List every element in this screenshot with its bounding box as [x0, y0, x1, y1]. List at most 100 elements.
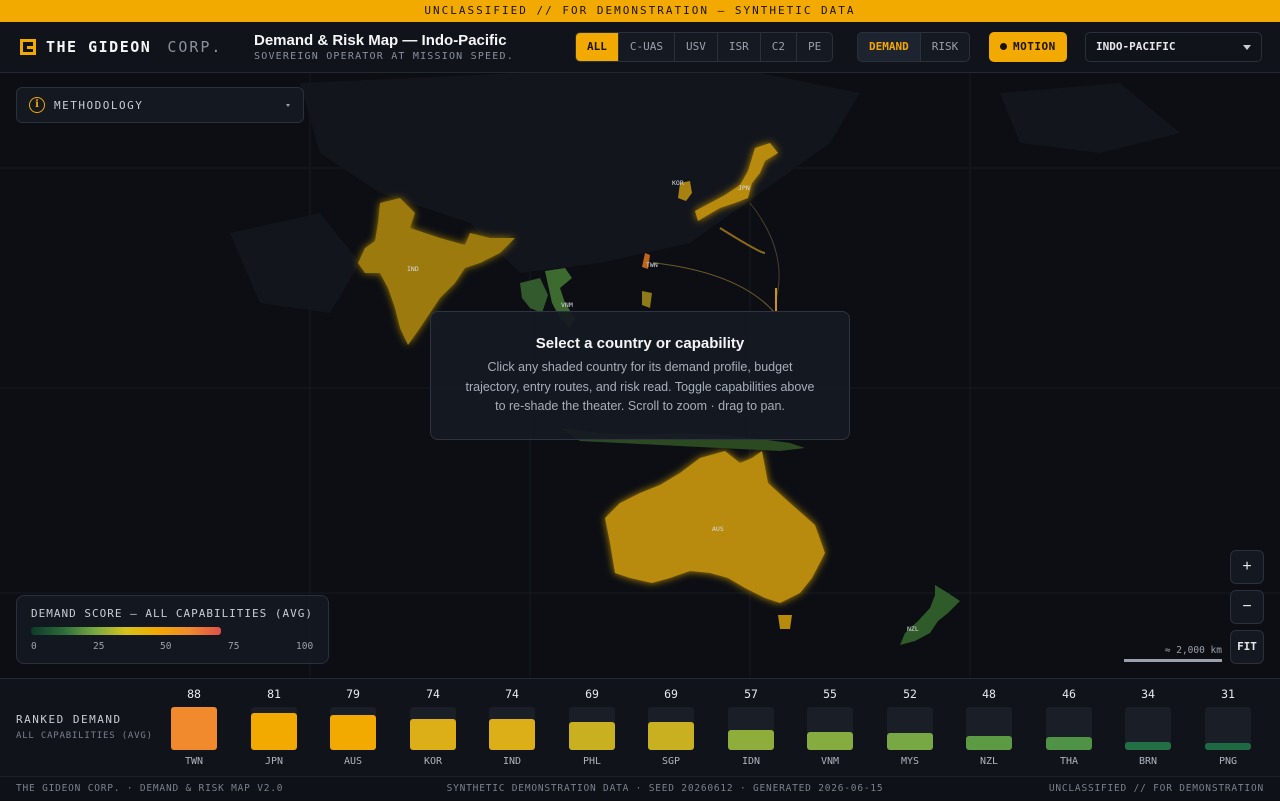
ranked-bar-track [489, 707, 535, 750]
chevron-down-icon [1243, 45, 1251, 50]
ranked-bar [171, 707, 217, 750]
capability-option-all[interactable]: ALL [576, 33, 619, 61]
map-canvas[interactable]: IND KOR JPN TWN VNM AUS NZL i METHODOLOG… [0, 73, 1280, 678]
ranked-country-code: VNM [820, 756, 840, 767]
legend-title: DEMAND SCORE — ALL CAPABILITIES (AVG) [31, 607, 314, 620]
ranked-bar [966, 736, 1012, 750]
map-label-ind: IND [407, 265, 419, 273]
ranked-bar-track [648, 707, 694, 750]
ranked-value: 88 [187, 687, 201, 701]
scale-label: ≈ 2,000 km [1164, 645, 1222, 656]
fit-view-button[interactable]: FIT [1230, 630, 1264, 664]
capability-option-pe[interactable]: PE [797, 33, 832, 61]
ranked-value: 48 [982, 687, 996, 701]
ranked-bar-track [410, 707, 456, 750]
ranked-value: 34 [1141, 687, 1155, 701]
methodology-toggle[interactable]: i METHODOLOGY [16, 87, 304, 123]
ranked-bar [569, 722, 615, 750]
ranked-bar [887, 733, 933, 750]
ranked-bar-track [1205, 707, 1251, 750]
map-label-nzl: NZL [907, 625, 919, 633]
ranked-item[interactable]: 48 NZL [965, 687, 1013, 767]
ranked-item[interactable]: 52 MYS [886, 687, 934, 767]
ranked-country-code: JPN [264, 756, 284, 767]
demand-legend: DEMAND SCORE — ALL CAPABILITIES (AVG) 0 … [16, 595, 329, 664]
ranked-bar [1125, 742, 1171, 750]
brand-logo[interactable]: THE GIDEON CORP. [20, 38, 222, 56]
ranked-item[interactable]: 79 AUS [329, 687, 377, 767]
info-icon: i [29, 97, 45, 113]
ranked-bar [410, 719, 456, 750]
capability-filter: ALL C-UAS USV ISR C2 PE [575, 32, 834, 62]
mode-option-risk[interactable]: RISK [921, 33, 969, 61]
country-nzl[interactable] [900, 585, 960, 645]
gideon-logo-icon [20, 39, 36, 55]
legend-ticks: 0 25 50 75 100 [31, 641, 314, 653]
ranked-value: 81 [267, 687, 281, 701]
map-label-twn: TWN [646, 261, 658, 269]
capability-option-c-uas[interactable]: C-UAS [619, 33, 675, 61]
ranked-country-code: IND [502, 756, 522, 767]
country-aus-tas[interactable] [778, 615, 792, 629]
ranked-value: 74 [426, 687, 440, 701]
scale-line [1124, 659, 1222, 662]
country-phl[interactable] [642, 291, 652, 308]
ranked-country-code: PHL [582, 756, 602, 767]
legend-tick: 50 [160, 641, 172, 652]
theater-select-value: INDO-PACIFIC [1096, 40, 1176, 53]
motion-label: MOTION [1013, 40, 1056, 53]
caret-down-icon [286, 104, 290, 107]
footer: THE GIDEON CORP. · DEMAND & RISK MAP V2.… [0, 776, 1280, 800]
country-tha[interactable] [520, 278, 548, 313]
title-block: Demand & Risk Map — Indo-Pacific SOVEREI… [254, 32, 514, 62]
ranked-item[interactable]: 57 IDN [727, 687, 775, 767]
ranked-bar-track [887, 707, 933, 750]
ranked-value: 31 [1221, 687, 1235, 701]
map-label-jpn: JPN [738, 184, 750, 192]
zoom-out-button[interactable]: − [1230, 590, 1264, 624]
ranked-item[interactable]: 31 PNG [1204, 687, 1252, 767]
ranked-country-code: IDN [741, 756, 761, 767]
prompt-title: Select a country or capability [535, 335, 745, 352]
methodology-label: METHODOLOGY [54, 98, 144, 112]
capability-option-usv[interactable]: USV [675, 33, 718, 61]
unshaded-land [230, 73, 1180, 313]
selection-prompt: Select a country or capability Click any… [430, 311, 850, 440]
ranked-subtitle: ALL CAPABILITIES (AVG) [16, 731, 153, 741]
map-label-vnm: VNM [561, 301, 573, 309]
prompt-body: Click any shaded country for its demand … [465, 360, 815, 413]
ranked-bar [330, 715, 376, 750]
page-subtitle: SOVEREIGN OPERATOR AT MISSION SPEED. [254, 51, 514, 62]
zoom-in-button[interactable]: + [1230, 550, 1264, 584]
ranked-bar [728, 730, 774, 750]
ranked-bar-track [807, 707, 853, 750]
legend-tick: 75 [228, 641, 240, 652]
ranked-bar [251, 713, 297, 750]
ranked-item[interactable]: 69 PHL [568, 687, 616, 767]
ranked-bar-track [1125, 707, 1171, 750]
brand-name: THE GIDEON [46, 38, 152, 56]
ranked-country-code: SGP [661, 756, 681, 767]
ranked-item[interactable]: 34 BRN [1124, 687, 1172, 767]
ranked-header: RANKED DEMAND ALL CAPABILITIES (AVG) [16, 713, 153, 741]
ranked-item[interactable]: 74 IND [488, 687, 536, 767]
ranked-item[interactable]: 81 JPN [250, 687, 298, 767]
theater-select[interactable]: INDO-PACIFIC [1085, 32, 1262, 62]
ranked-item[interactable]: 69 SGP [647, 687, 695, 767]
mode-option-demand[interactable]: DEMAND [858, 33, 921, 61]
capability-option-c2[interactable]: C2 [761, 33, 797, 61]
ranked-item[interactable]: 55 VNM [806, 687, 854, 767]
ranked-item[interactable]: 46 THA [1045, 687, 1093, 767]
page-title: Demand & Risk Map — Indo-Pacific [254, 32, 507, 49]
legend-color-ramp [31, 627, 221, 635]
scale-bar: ≈ 2,000 km [1124, 645, 1222, 662]
ranked-value: 79 [346, 687, 360, 701]
ranked-item[interactable]: 88 TWN [170, 687, 218, 767]
ranked-title: RANKED DEMAND [16, 713, 122, 726]
capability-option-isr[interactable]: ISR [718, 33, 761, 61]
motion-toggle-button[interactable]: MOTION [989, 32, 1067, 62]
ranked-value: 69 [664, 687, 678, 701]
ranked-bar-track [1046, 707, 1092, 750]
ranked-value: 46 [1062, 687, 1076, 701]
ranked-item[interactable]: 74 KOR [409, 687, 457, 767]
